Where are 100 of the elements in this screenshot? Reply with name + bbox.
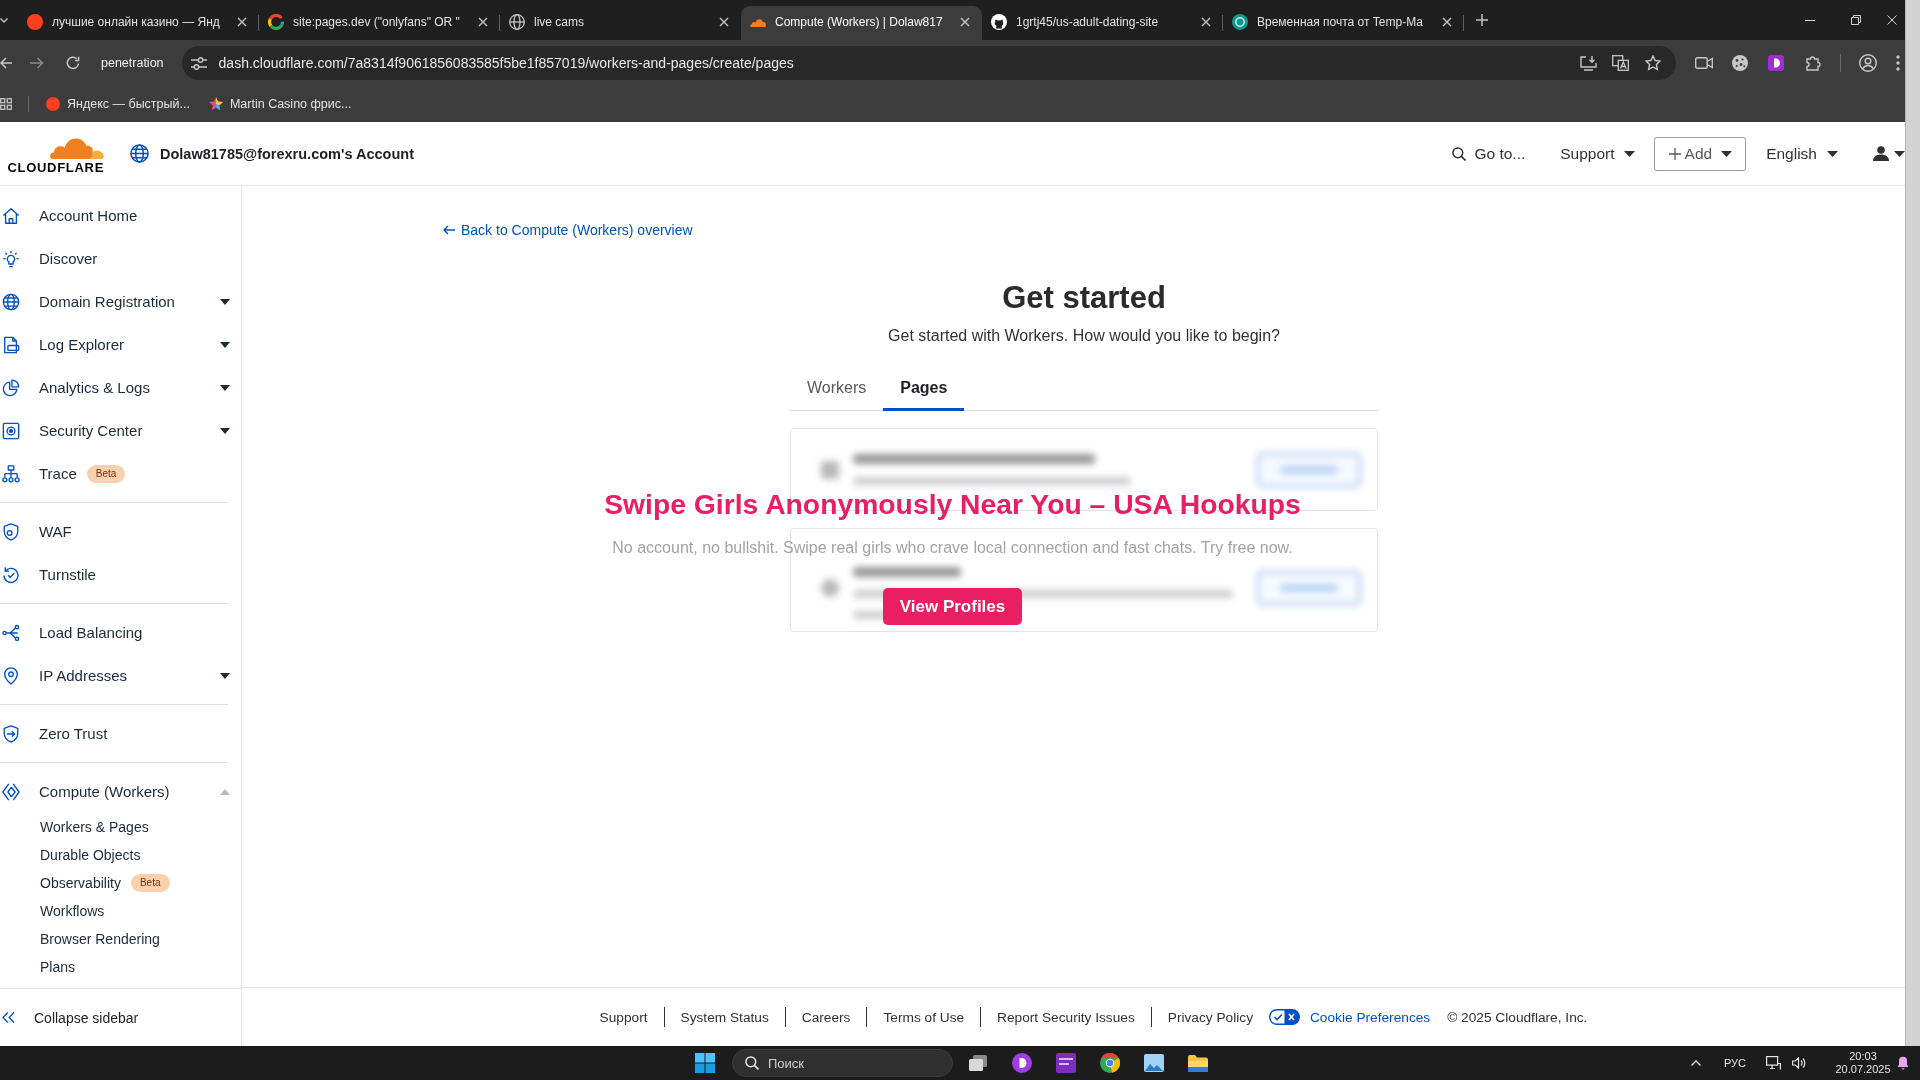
browser-tab[interactable]: Временная почта от Temp-Ma [1223, 6, 1464, 40]
close-icon[interactable] [237, 17, 247, 27]
minimize-icon[interactable] [1805, 19, 1815, 21]
menu-icon[interactable] [1896, 55, 1900, 71]
sidebar-item[interactable]: Analytics & Logs [0, 366, 241, 409]
sidebar-item[interactable]: Compute (Workers) [0, 770, 241, 813]
taskbar-search-field[interactable]: Поиск [732, 1049, 953, 1077]
cookie-icon[interactable] [1732, 55, 1748, 71]
scrollbar[interactable] [1905, 0, 1920, 1046]
clock-date[interactable]: 20.07.2025 [1835, 1063, 1891, 1076]
sidebar-item[interactable]: IP Addresses [0, 654, 241, 697]
caret-down-icon [1623, 150, 1635, 157]
close-icon[interactable] [1887, 15, 1897, 25]
sidebar-item[interactable]: Load Balancing [0, 611, 241, 654]
sidebar-subitem[interactable]: Durable Objects [0, 841, 241, 869]
puzzle-icon[interactable] [1806, 55, 1822, 71]
sidebar-item[interactable]: Domain Registration [0, 280, 241, 323]
address-field[interactable]: dash.cloudflare.com/7a8314f9061856083585f5be1f857019/workers-and-pages/create/pages [181, 46, 1676, 80]
circle-logo-icon[interactable] [1012, 1053, 1032, 1073]
footer-link[interactable]: Careers [801, 1009, 851, 1025]
speaker-icon[interactable] [1792, 1057, 1807, 1069]
plus-icon[interactable] [1476, 14, 1488, 26]
browser-tab[interactable]: Compute (Workers) | Dolaw817 [741, 6, 982, 40]
chevron-up-icon[interactable] [1690, 1060, 1701, 1066]
support-menu[interactable]: Support [1560, 144, 1635, 163]
sidebar-subitem[interactable]: Workflows [0, 897, 241, 925]
close-icon[interactable] [1442, 17, 1452, 27]
add-button[interactable]: Add [1653, 136, 1747, 171]
clock-time[interactable]: 20:03 [1849, 1050, 1877, 1063]
caret-down-icon[interactable] [220, 298, 230, 305]
language-indicator[interactable]: РУС [1723, 1057, 1746, 1069]
caret-down-icon[interactable] [220, 341, 230, 348]
sidebar-item[interactable]: Trace Beta [0, 452, 241, 495]
bell-icon[interactable] [1897, 1056, 1909, 1070]
profile-label[interactable]: penetration [101, 56, 164, 70]
back-link[interactable]: Back to Compute (Workers) overview [443, 220, 693, 240]
search-icon [745, 1056, 759, 1070]
monitor-icon[interactable] [1766, 1056, 1781, 1070]
sidebar-item[interactable]: Discover [0, 237, 241, 280]
cookie-preferences-link[interactable]: Cookie Preferences [1310, 1009, 1431, 1025]
sidebar-item[interactable]: WAF [0, 510, 241, 553]
footer-link[interactable]: Terms of Use [883, 1009, 965, 1025]
bookmark-link[interactable]: Яндекс — быстрый... [46, 97, 190, 111]
forward-arrow-icon[interactable] [30, 57, 44, 69]
language-menu[interactable]: English [1766, 144, 1838, 163]
extension-logo-icon[interactable] [1768, 55, 1784, 71]
apps-grid-icon[interactable] [0, 98, 12, 110]
sidebar-subitem[interactable]: Observability Beta [0, 869, 241, 897]
sidebar-subitem[interactable]: Browser Rendering [0, 925, 241, 953]
image-icon[interactable] [1144, 1054, 1164, 1072]
square-target-icon [2, 421, 20, 440]
reload-icon[interactable] [66, 56, 80, 70]
close-icon[interactable] [1201, 17, 1211, 27]
caret-down-icon[interactable] [220, 384, 230, 391]
sidebar-item[interactable]: Account Home [0, 194, 241, 237]
caret-down-icon[interactable] [220, 427, 230, 434]
page-tab[interactable]: Pages [883, 364, 965, 411]
go-to-link[interactable]: Go to... [1452, 144, 1526, 163]
sidebar-item[interactable]: Log Explorer [0, 323, 241, 366]
view-profiles-button[interactable]: View Profiles [882, 588, 1023, 625]
browser-icon[interactable] [1100, 1053, 1120, 1073]
sidebar-subitem[interactable]: Workers & Pages [0, 813, 241, 841]
back-arrow-icon[interactable] [0, 57, 12, 69]
sidebar-item[interactable]: Zero Trust [0, 712, 241, 755]
restore-icon[interactable] [1851, 15, 1861, 25]
app-tile-icon[interactable] [1056, 1053, 1076, 1073]
camera-icon[interactable] [1695, 57, 1713, 69]
sidebar-subitem[interactable]: Plans [0, 953, 241, 981]
monitor-download-icon[interactable] [1580, 55, 1597, 71]
stacked-windows-icon[interactable] [968, 1053, 988, 1073]
close-icon[interactable] [478, 17, 488, 27]
close-icon[interactable] [960, 17, 970, 27]
privacy-toggle-icon [1269, 1009, 1300, 1025]
bookmark-link[interactable]: Martin Casino фрис... [208, 97, 352, 111]
browser-tab[interactable]: site:pages.dev ("onlyfans" OR " [259, 6, 500, 40]
translate-icon[interactable] [1612, 55, 1629, 71]
double-chevron-left-icon [2, 1012, 15, 1023]
close-icon[interactable] [719, 17, 729, 27]
cloud-icon [750, 17, 766, 27]
windows-logo-icon[interactable] [695, 1053, 715, 1073]
caret-down-icon[interactable] [220, 672, 230, 679]
folder-icon[interactable] [1188, 1054, 1208, 1072]
sidebar-item[interactable]: Security Center [0, 409, 241, 452]
tune-icon[interactable] [190, 56, 207, 70]
browser-tab[interactable]: лучшие онлайн казино — Янд [18, 6, 259, 40]
sidebar-item[interactable]: Turnstile [0, 553, 241, 596]
chevron-down-icon[interactable] [0, 17, 8, 23]
browser-tab[interactable]: live cams [500, 6, 741, 40]
footer-link[interactable]: Privacy Policy [1167, 1009, 1253, 1025]
network-icon [2, 623, 20, 642]
browser-tab[interactable]: 1grtj45/us-adult-dating-site [982, 6, 1223, 40]
user-icon [1873, 146, 1889, 161]
user-menu[interactable] [1873, 146, 1905, 161]
footer-link[interactable]: System Status [680, 1009, 769, 1025]
page-tab[interactable]: Workers [790, 364, 884, 411]
account-name[interactable]: Dolaw81785@forexru.com's Account [160, 145, 414, 162]
profile-icon[interactable] [1859, 54, 1877, 72]
footer-link[interactable]: Support [599, 1009, 648, 1025]
footer-link[interactable]: Report Security Issues [997, 1009, 1135, 1025]
star-icon[interactable] [1645, 55, 1661, 71]
